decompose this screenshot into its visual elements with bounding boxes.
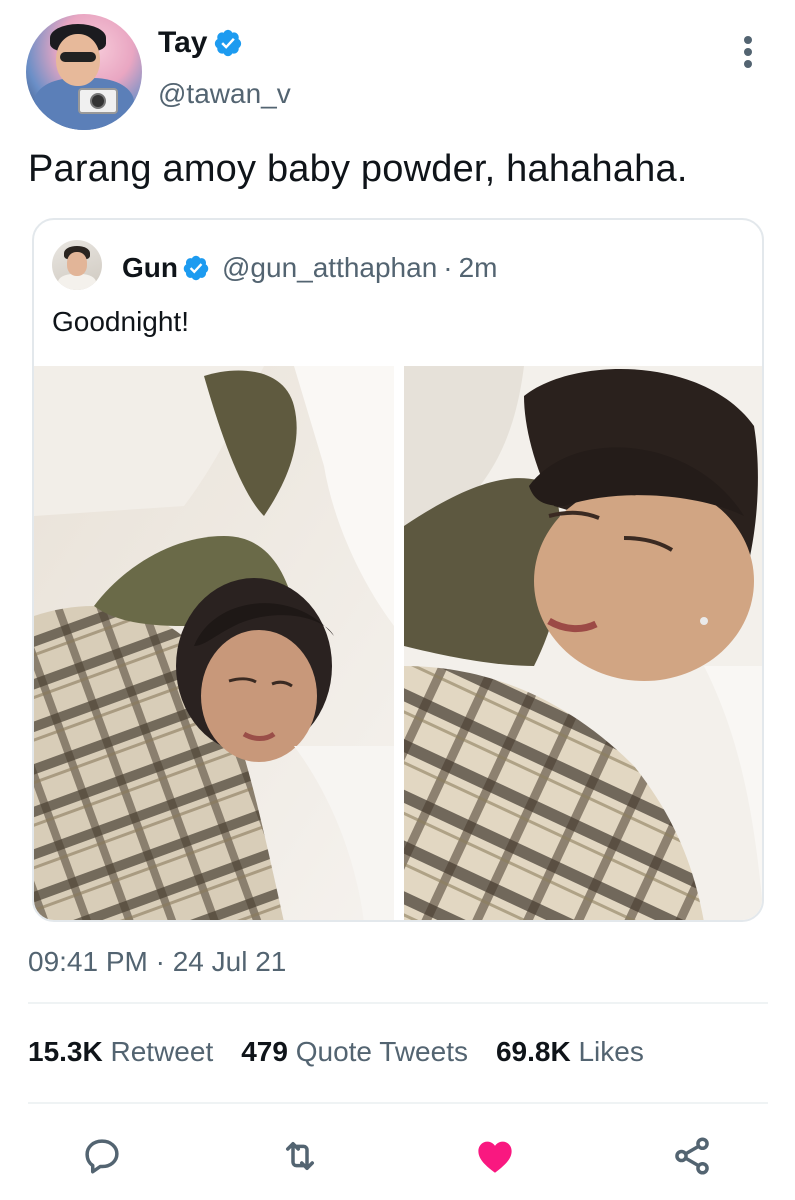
quoted-tweet-header: Gun @gun_atthaphan · 2m <box>122 252 498 284</box>
reply-button[interactable] <box>78 1132 126 1180</box>
tweet-stats: 15.3K Retweet 479 Quote Tweets 69.8K Lik… <box>28 1036 672 1068</box>
retweet-icon <box>286 1142 314 1170</box>
divider <box>28 1102 768 1104</box>
retweet-button[interactable] <box>276 1132 324 1180</box>
author-handle[interactable]: @tawan_v <box>158 78 291 110</box>
quoted-author-avatar[interactable] <box>52 240 102 290</box>
likes-count: 69.8K <box>495 1036 571 1067</box>
retweets-stat[interactable]: 15.3K Retweet <box>28 1036 213 1068</box>
quoted-author-handle[interactable]: @gun_atthaphan <box>222 252 437 284</box>
author-display-name[interactable]: Tay <box>158 26 207 60</box>
quote-tweets-stat[interactable]: 479 Quote Tweets <box>241 1036 468 1068</box>
quote-tweets-label: Quote Tweets <box>295 1036 468 1067</box>
reply-icon <box>85 1139 119 1174</box>
quoted-tweet-text: Goodnight! <box>52 306 189 337</box>
share-icon <box>675 1137 709 1175</box>
quote-tweets-count: 479 <box>241 1036 288 1067</box>
author-name-row[interactable]: Tay <box>158 26 243 60</box>
more-options-icon[interactable] <box>735 30 761 74</box>
quoted-photo-1[interactable] <box>34 366 394 920</box>
author-avatar[interactable] <box>26 14 142 130</box>
share-button[interactable] <box>668 1132 716 1180</box>
retweets-count: 15.3K <box>28 1036 103 1067</box>
likes-stat[interactable]: 69.8K Likes <box>496 1036 644 1068</box>
quoted-separator: · <box>443 252 453 283</box>
likes-label: Likes <box>578 1036 644 1067</box>
quoted-tweet-card[interactable]: Gun @gun_atthaphan · 2m Goodnight! <box>32 218 764 922</box>
like-button[interactable] <box>471 1132 519 1180</box>
tweet-text: Parang amoy baby powder, hahahaha. <box>28 148 688 190</box>
quoted-tweet-time[interactable]: 2m <box>459 252 498 284</box>
quoted-photo-2[interactable] <box>404 366 762 920</box>
verified-badge-icon <box>215 29 242 57</box>
tweet-timestamp[interactable]: 09:41 PM · 24 Jul 21 <box>28 946 286 978</box>
quoted-author-display-name[interactable]: Gun <box>122 252 178 284</box>
retweets-label: Retweet <box>110 1036 214 1067</box>
divider <box>28 1002 768 1004</box>
tweet-actions-bar <box>0 1126 795 1186</box>
like-icon <box>478 1141 512 1173</box>
verified-badge-icon <box>183 255 209 281</box>
